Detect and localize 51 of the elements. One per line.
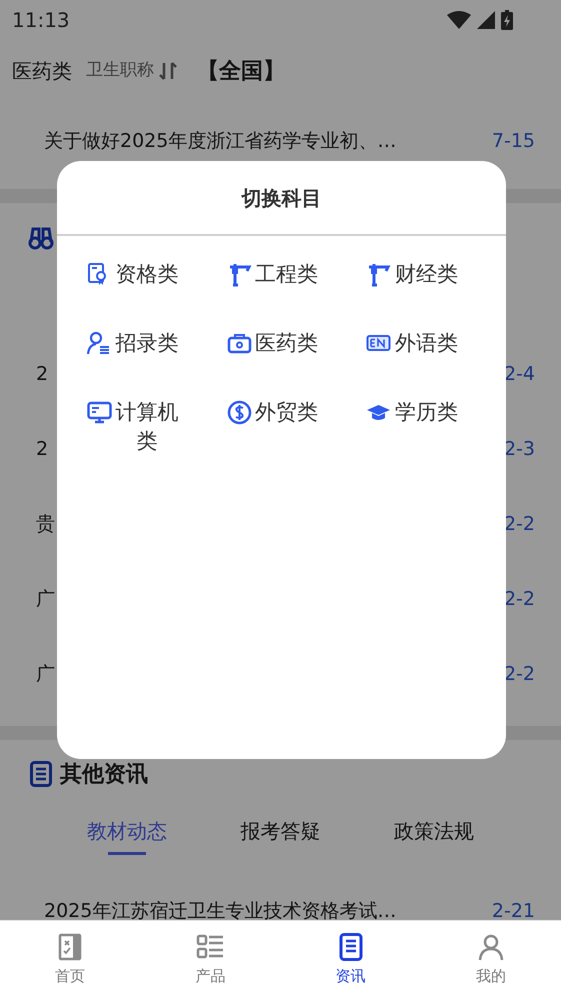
dialog-title: 切换科目 — [240, 184, 322, 212]
region-label[interactable]: 【全国】 — [197, 54, 285, 88]
document-icon — [336, 933, 365, 961]
news-title[interactable]: 2 — [36, 360, 48, 389]
signal-icon — [477, 11, 495, 29]
subject-option[interactable]: 外贸类 — [226, 398, 337, 456]
subject-option[interactable]: 招录类 — [87, 329, 197, 358]
list-icon — [196, 933, 224, 961]
nav-tab[interactable]: 资讯 — [280, 921, 421, 999]
subcategory-label[interactable]: 卫生职称 — [86, 58, 154, 84]
category-tab[interactable]: 教材动态 — [86, 808, 167, 870]
news-title[interactable]: 贵 — [36, 510, 55, 539]
crane-icon — [366, 262, 392, 287]
news-title[interactable]: 2025年江苏宿迁卫生专业技术资格考试… — [44, 896, 396, 920]
nav-tab[interactable]: 我的 — [420, 921, 561, 999]
wifi-icon — [447, 10, 471, 30]
news-title[interactable]: 2 — [36, 435, 48, 464]
subject-option[interactable]: 计算机类 — [87, 398, 197, 456]
news-date: 2-4 — [504, 362, 535, 388]
medical-kit-icon — [226, 331, 252, 356]
news-date: 2-3 — [504, 437, 535, 462]
battery-icon — [501, 10, 513, 30]
subject-option[interactable]: 资格类 — [87, 260, 197, 289]
news-date: 2-2 — [504, 587, 535, 612]
subject-option[interactable]: 医药类 — [226, 329, 337, 358]
category-tab[interactable]: 报考答疑 — [240, 808, 320, 870]
category-tab[interactable]: 政策法规 — [394, 808, 474, 870]
news-date: 7-15 — [492, 128, 535, 154]
news-title[interactable]: 关于做好2025年度浙江省药学专业初、… — [44, 126, 396, 156]
monitor-icon — [87, 400, 112, 425]
news-date: 2-2 — [504, 512, 535, 538]
news-date: 2-2 — [504, 662, 535, 688]
subject-option[interactable]: 工程类 — [226, 260, 337, 289]
document-icon — [30, 761, 52, 787]
subject-option[interactable]: 外语类 — [366, 329, 476, 358]
person-icon — [476, 933, 505, 961]
news-title[interactable]: 广 — [36, 660, 55, 689]
nav-tab[interactable]: 首页 — [0, 921, 140, 999]
nav-tab[interactable]: 产品 — [140, 921, 280, 999]
subject-option[interactable]: 财经类 — [366, 260, 476, 289]
dollar-circle-icon — [226, 400, 252, 425]
binoculars-icon — [28, 225, 54, 251]
notebook-icon — [56, 933, 84, 961]
user-list-icon — [87, 331, 112, 356]
subject-option[interactable]: 学历类 — [366, 398, 476, 456]
section-title: 其他资讯 — [60, 760, 148, 788]
category-label[interactable]: 医药类 — [12, 56, 72, 86]
news-date: 2-21 — [492, 898, 535, 920]
swap-icon[interactable] — [159, 61, 177, 81]
news-title[interactable]: 广 — [36, 585, 55, 614]
status-time: 11:13 — [12, 7, 70, 34]
